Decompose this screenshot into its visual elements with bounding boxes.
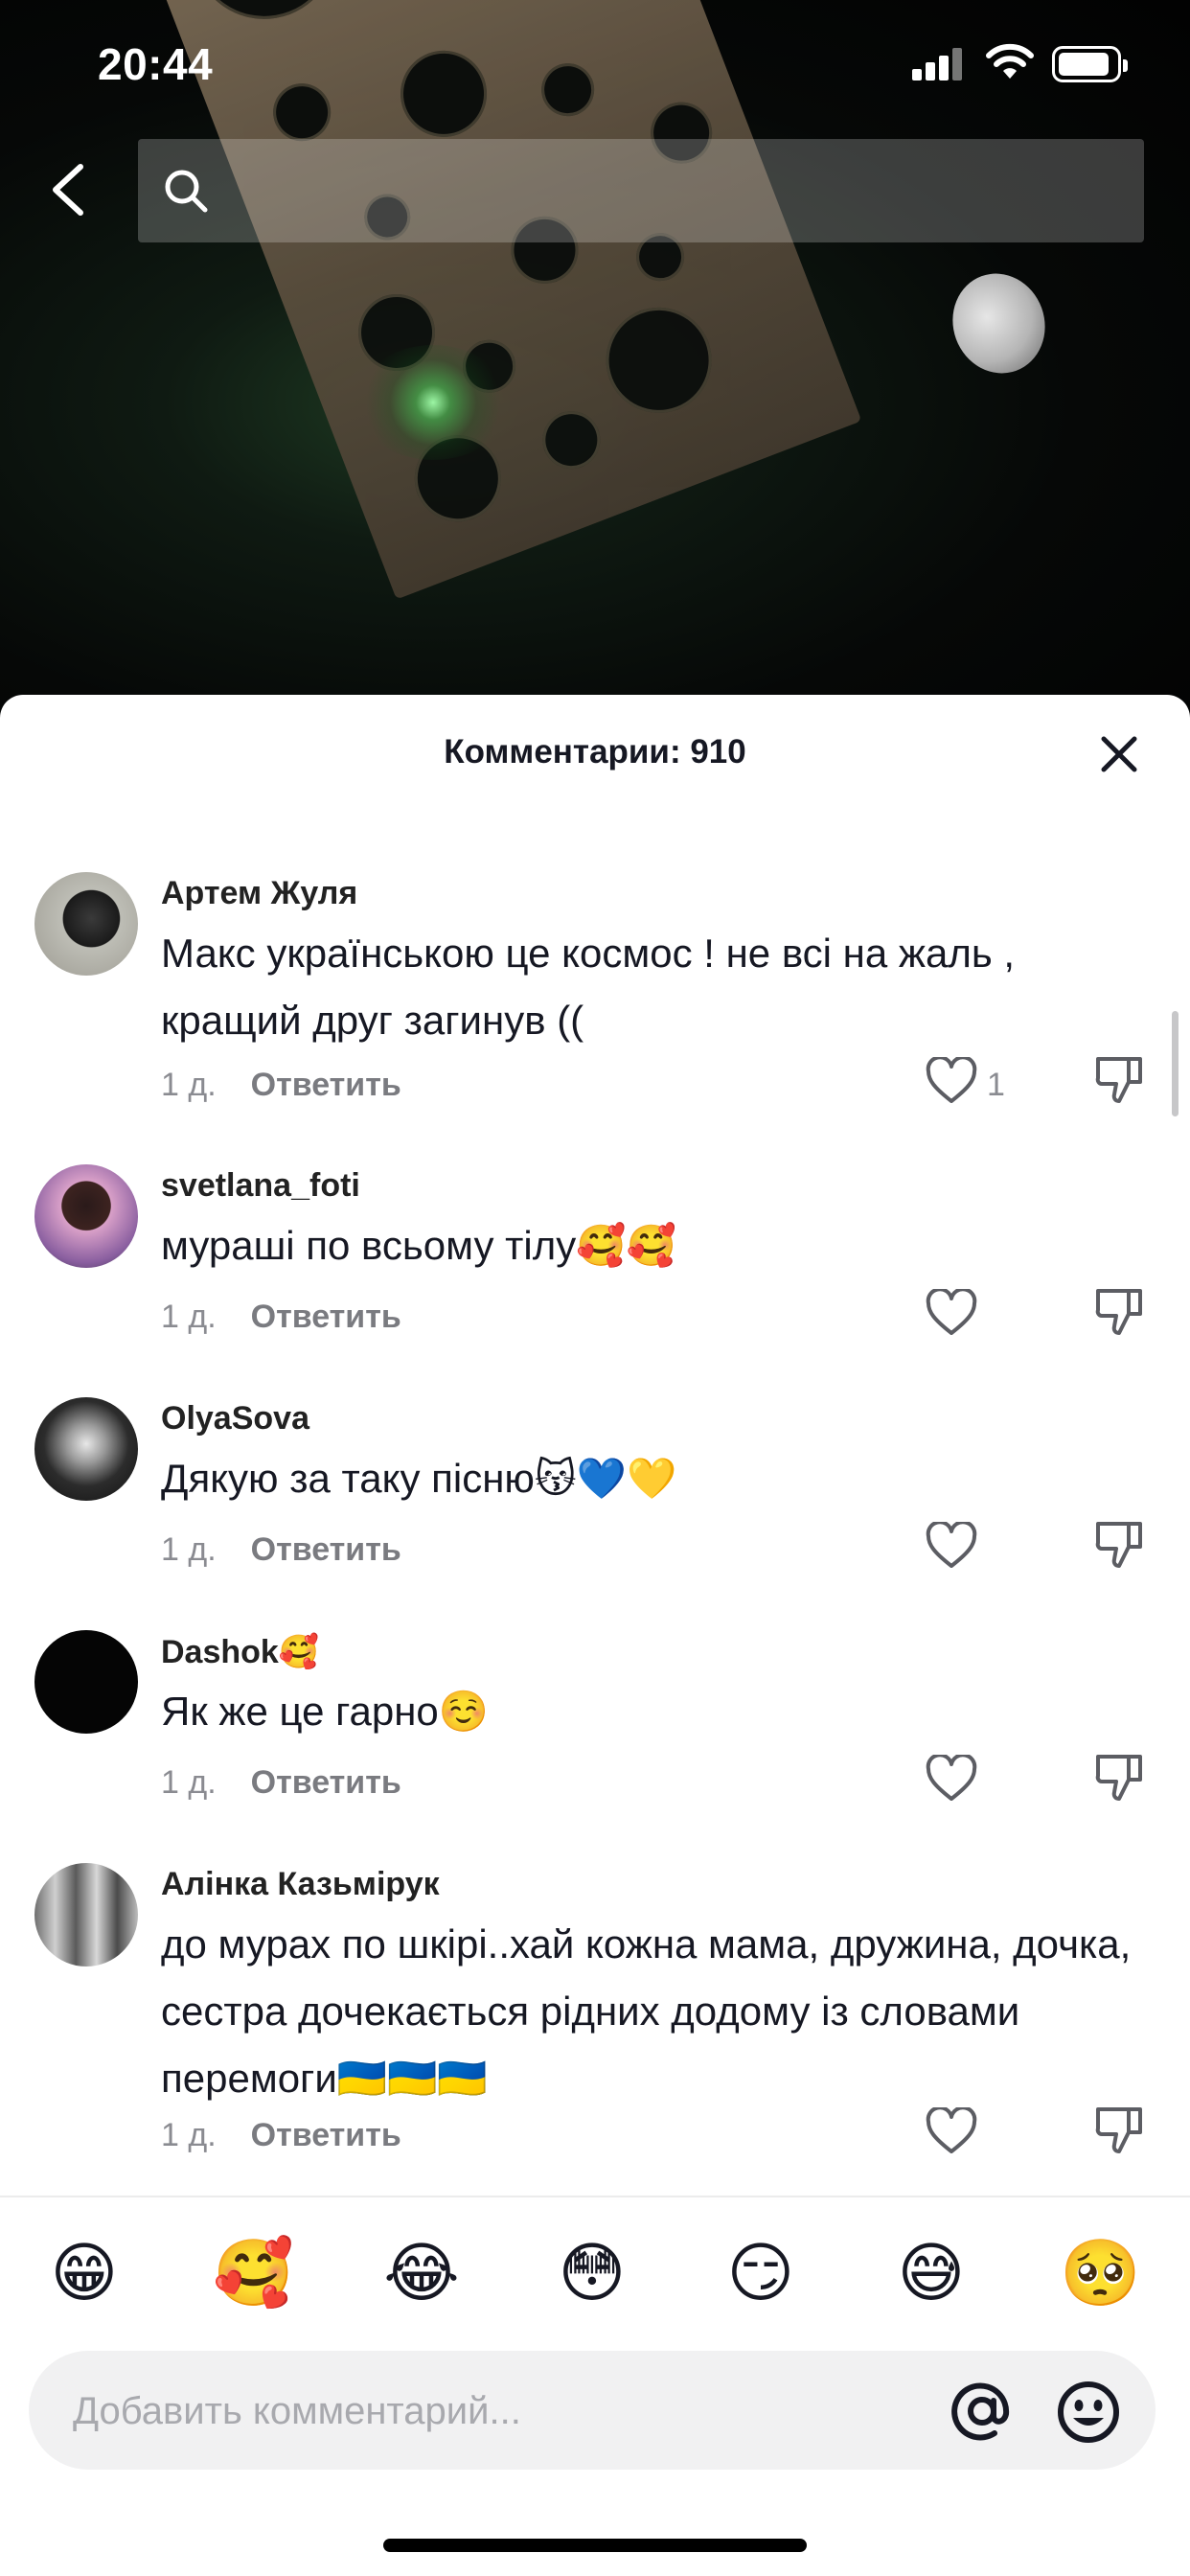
laser-light [356,345,510,460]
close-icon[interactable] [1098,733,1140,775]
comment-age: 1 д. [161,2117,217,2153]
divider [0,2196,1190,2197]
status-time: 20:44 [98,39,214,89]
avatar[interactable] [34,872,138,976]
mention-at-icon[interactable] [949,2380,1016,2443]
like-count: 1 [987,1067,1005,1103]
heart-icon[interactable] [925,2107,978,2155]
heart-icon[interactable] [925,1522,978,1570]
emoji-button[interactable]: 🥰 [213,2233,294,2313]
thumbs-down-icon[interactable] [1094,1751,1146,1803]
home-indicator [383,2539,807,2552]
emoji-button[interactable]: 😳 [552,2233,632,2313]
comment-username[interactable]: Артем Жуля [161,875,357,912]
comments-title: Комментарии: 910 [444,733,746,770]
comment-username[interactable]: Dashok🥰 [161,1633,319,1671]
avatar[interactable] [34,1863,138,1966]
comment-username[interactable]: OlyaSova [161,1400,309,1438]
emoji-button[interactable]: 😏 [721,2233,801,2313]
smoke-detector [938,260,1060,387]
thumbs-down-icon[interactable] [1094,1053,1146,1105]
search-input[interactable] [138,139,1144,242]
comment-text: Макс українською це космос ! не всі на ж… [161,931,1016,1043]
comment-text: до мурах по шкірі..хай кожна мама, дружи… [161,1921,1132,2101]
thumbs-down-icon[interactable] [1094,2104,1146,2155]
comment-meta: 1 д. Ответить [161,1764,401,1802]
battery-icon [1052,46,1128,82]
emoji-button[interactable]: 😂 [381,2233,462,2313]
comment-meta: 1 д. Ответить [161,2117,401,2154]
comment-age: 1 д. [161,1531,217,1568]
comment-username[interactable]: svetlana_foti [161,1167,360,1205]
search-icon [165,170,208,213]
thumbs-down-icon[interactable] [1094,1518,1146,1570]
emoji-button[interactable]: 😅 [891,2233,972,2313]
comment-age: 1 д. [161,1764,217,1801]
back-arrow-icon[interactable] [46,161,92,218]
emoji-quick-bar: 😁 🥰 😂 😳 😏 😅 🥺 [0,2233,1190,2319]
heart-icon[interactable] [925,1755,978,1803]
comment-age: 1 д. [161,1299,217,1335]
comment-age: 1 д. [161,1067,217,1103]
wifi-icon [986,43,1034,79]
avatar[interactable] [34,1164,138,1268]
comment-text: Як же це гарно☺️ [161,1689,490,1734]
reply-button[interactable]: Ответить [251,2117,401,2153]
cellular-signal-icon [912,48,964,80]
emoji-button[interactable]: 🥺 [1060,2233,1141,2313]
comment-text: мураші по всьому тілу🥰🥰 [161,1223,676,1268]
avatar[interactable] [34,1397,138,1501]
comment-meta: 1 д. Ответить [161,1299,401,1336]
thumbs-down-icon[interactable] [1094,1285,1146,1337]
avatar[interactable] [34,1630,138,1734]
reply-button[interactable]: Ответить [251,1067,401,1103]
heart-icon[interactable] [925,1289,978,1337]
emoji-picker-icon[interactable] [1056,2380,1121,2445]
comment-username[interactable]: Алінка Казьмірук [161,1866,440,1903]
comment-text: Дякую за таку пісню😽💙💛 [161,1456,677,1501]
reply-button[interactable]: Ответить [251,1299,401,1335]
reply-button[interactable]: Ответить [251,1764,401,1801]
comment-input[interactable] [71,2351,918,2472]
emoji-button[interactable]: 😁 [44,2233,125,2313]
reply-button[interactable]: Ответить [251,1531,401,1568]
status-bar: 20:44 [0,0,1190,134]
comment-meta: 1 д. Ответить [161,1531,401,1569]
scrollbar[interactable] [1172,1011,1179,1116]
comment-meta: 1 д. Ответить [161,1067,401,1104]
heart-icon[interactable] [925,1057,978,1105]
comment-composer [29,2351,1156,2472]
